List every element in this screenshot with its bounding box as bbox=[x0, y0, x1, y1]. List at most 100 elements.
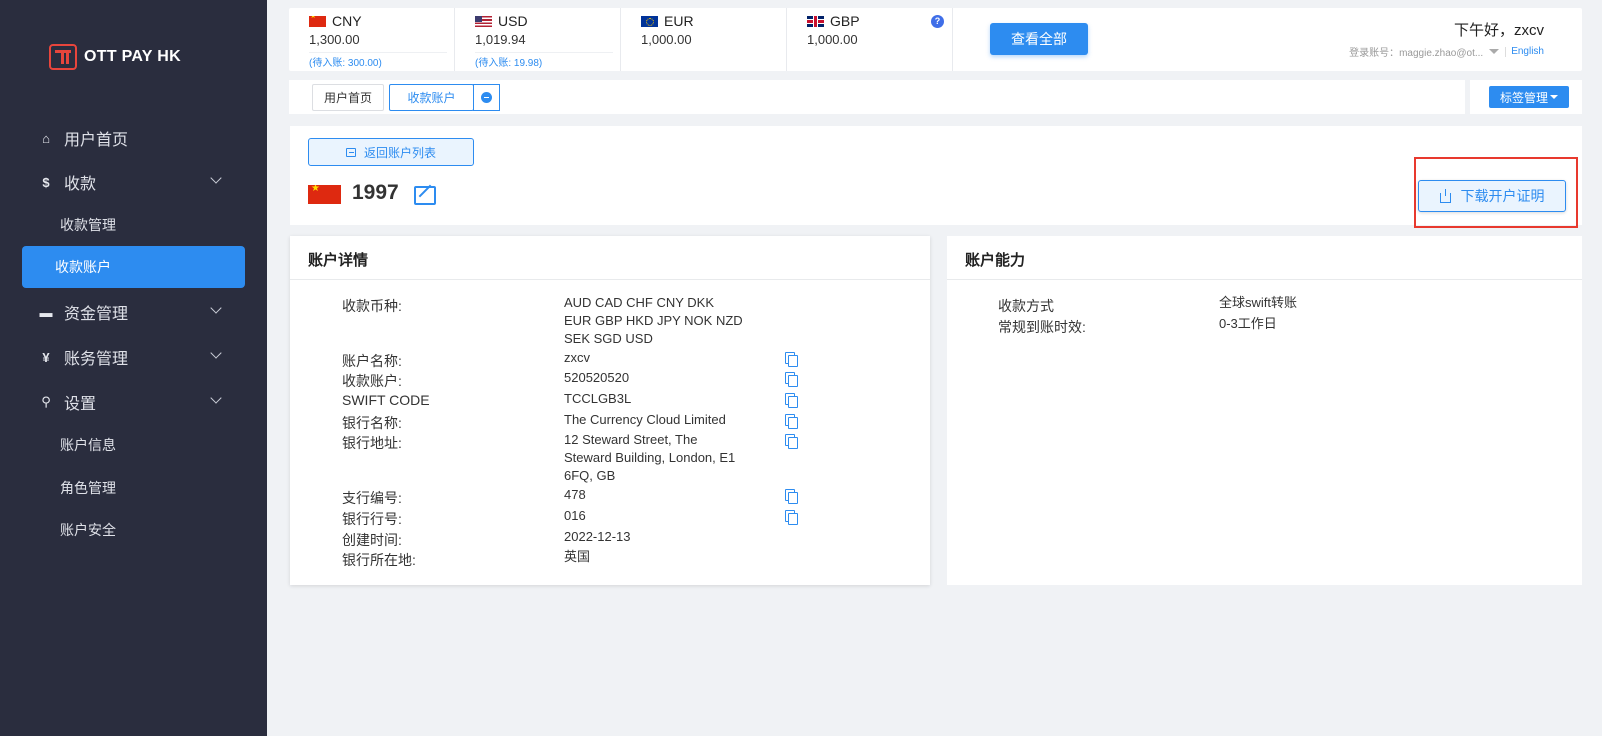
account-number: 1997 bbox=[352, 181, 399, 204]
card-icon: ▬ bbox=[39, 304, 53, 320]
balance-eur[interactable]: EUR 1,000.00 bbox=[621, 8, 787, 71]
sidebar-item-collection-account[interactable]: 收款账户 bbox=[22, 246, 245, 288]
sidebar-item-roles[interactable]: 角色管理 bbox=[22, 467, 245, 509]
balance-amount: 1,000.00 bbox=[641, 32, 692, 47]
us-flag-icon bbox=[475, 15, 492, 27]
chevron-down-icon bbox=[210, 172, 222, 184]
download-icon bbox=[1439, 188, 1451, 203]
pending-amount: (待入账: 19.98) bbox=[475, 52, 613, 69]
pending-amount: (待入账: 300.00) bbox=[309, 52, 447, 69]
sidebar-item-label: 收款管理 bbox=[60, 217, 116, 233]
yen-icon: ¥ bbox=[42, 349, 50, 365]
download-certificate-button[interactable]: 下载开户证明 bbox=[1418, 180, 1566, 212]
detail-value: TCCLGB3L bbox=[564, 391, 632, 406]
copy-icon[interactable] bbox=[785, 393, 798, 408]
sidebar-item-label: 收款 bbox=[64, 176, 97, 193]
sidebar-item-label: 设置 bbox=[64, 396, 97, 413]
card-title: 账户能力 bbox=[965, 252, 1026, 269]
copy-icon[interactable] bbox=[785, 489, 798, 504]
sidebar-item-label: 账户安全 bbox=[60, 522, 116, 538]
greeting: 下午好，zxcv bbox=[1453, 22, 1544, 39]
account-details-card: 账户详情 收款币种: AUD CAD CHF CNY DKK EUR GBP H… bbox=[290, 236, 930, 585]
detail-label: 银行所在地: bbox=[342, 552, 416, 568]
language-switch[interactable]: English bbox=[1511, 46, 1544, 57]
detail-value: 016 bbox=[564, 508, 586, 523]
tab-close-button[interactable] bbox=[473, 84, 500, 111]
balance-usd[interactable]: USD 1,019.94 (待入账: 19.98) bbox=[455, 8, 621, 71]
detail-label: 银行地址: bbox=[342, 435, 402, 451]
divider bbox=[1505, 46, 1507, 57]
balance-amount: 1,019.94 bbox=[475, 32, 526, 47]
sidebar-item-settings[interactable]: ⚲ 设置 bbox=[22, 381, 245, 423]
copy-icon[interactable] bbox=[785, 434, 798, 449]
detail-value: zxcv bbox=[564, 350, 590, 365]
balance-amount: 1,300.00 bbox=[309, 32, 360, 47]
sidebar-item-label: 角色管理 bbox=[60, 480, 116, 496]
tab-home[interactable]: 用户首页 bbox=[312, 84, 384, 111]
dropdown-caret-icon[interactable] bbox=[1489, 49, 1500, 54]
copy-icon[interactable] bbox=[785, 352, 798, 367]
copy-icon[interactable] bbox=[785, 510, 798, 525]
tag-manager-area: 标签管理 bbox=[1470, 80, 1582, 114]
currency-code-text: GBP bbox=[830, 13, 860, 29]
currency-code: CNY bbox=[309, 13, 362, 29]
sidebar-item-label: 账户信息 bbox=[60, 437, 116, 453]
balance-bar: CNY 1,300.00 (待入账: 300.00) USD 1,019.94 … bbox=[289, 8, 1582, 71]
copy-icon[interactable] bbox=[785, 372, 798, 387]
capability-value: 0-3工作日 bbox=[1219, 316, 1277, 331]
sidebar-item-security[interactable]: 账户安全 bbox=[22, 509, 245, 551]
card-title: 账户详情 bbox=[308, 252, 369, 269]
edit-icon[interactable] bbox=[414, 186, 436, 205]
detail-value: 478 bbox=[564, 487, 586, 502]
sidebar-item-accounting[interactable]: ¥ 账务管理 bbox=[22, 336, 245, 378]
dollar-icon: $ bbox=[42, 174, 50, 190]
sidebar-item-account-info[interactable]: 账户信息 bbox=[22, 424, 245, 466]
tab-bar: 用户首页 收款账户 bbox=[289, 80, 1465, 114]
sidebar-item-label: 收款账户 bbox=[55, 259, 111, 275]
divider bbox=[290, 279, 930, 280]
detail-label: SWIFT CODE bbox=[342, 392, 430, 408]
china-flag-icon bbox=[309, 15, 326, 27]
sidebar-item-home[interactable]: ⌂ 用户首页 bbox=[22, 117, 245, 159]
sidebar-item-collection-management[interactable]: 收款管理 bbox=[22, 204, 245, 246]
login-account-row: 登录账号：maggie.zhao@ot... English bbox=[1349, 44, 1544, 59]
currency-code: EUR bbox=[641, 13, 694, 29]
detail-value: 英国 bbox=[564, 549, 591, 564]
capability-value: 全球swift转账 bbox=[1219, 295, 1298, 310]
view-all-button[interactable]: 查看全部 bbox=[990, 23, 1088, 55]
sidebar-item-funds[interactable]: ▬ 资金管理 bbox=[22, 291, 245, 333]
chevron-down-icon bbox=[210, 347, 222, 359]
close-icon bbox=[481, 92, 492, 103]
chevron-down-icon bbox=[210, 302, 222, 314]
logo-mark-icon bbox=[49, 44, 77, 70]
login-account: 登录账号：maggie.zhao@ot... bbox=[1349, 48, 1484, 59]
sidebar-item-collection[interactable]: $ 收款 bbox=[22, 161, 245, 203]
tag-manager-button[interactable]: 标签管理 bbox=[1489, 86, 1569, 108]
back-to-list-button[interactable]: 返回账户列表 bbox=[308, 138, 474, 166]
search-icon: ⚲ bbox=[41, 394, 51, 409]
balance-cny[interactable]: CNY 1,300.00 (待入账: 300.00) bbox=[289, 8, 455, 71]
tab-collection-account[interactable]: 收款账户 bbox=[389, 84, 474, 111]
currency-code-text: EUR bbox=[664, 13, 694, 29]
copy-icon[interactable] bbox=[785, 414, 798, 429]
logo-text: OTT PAY HK bbox=[84, 48, 181, 65]
sidebar-item-label: 账务管理 bbox=[64, 351, 129, 368]
download-button-label: 下载开户证明 bbox=[1460, 188, 1545, 204]
help-icon[interactable]: ? bbox=[931, 15, 944, 28]
detail-label: 收款账户: bbox=[342, 373, 402, 389]
divider bbox=[947, 279, 1582, 280]
detail-label: 收款币种: bbox=[342, 298, 402, 314]
balance-amount: 1,000.00 bbox=[807, 32, 858, 47]
detail-label: 银行名称: bbox=[342, 415, 402, 431]
currency-code-text: CNY bbox=[332, 13, 362, 29]
back-button-label: 返回账户列表 bbox=[363, 145, 436, 160]
tag-manager-label: 标签管理 bbox=[1499, 90, 1548, 105]
china-flag-icon bbox=[308, 185, 341, 204]
detail-value: 12 Steward Street, The Steward Building,… bbox=[564, 432, 736, 483]
detail-value: The Currency Cloud Limited bbox=[564, 412, 726, 427]
capability-label: 收款方式 bbox=[998, 298, 1054, 314]
detail-label: 创建时间: bbox=[342, 532, 402, 548]
home-icon: ⌂ bbox=[42, 130, 50, 146]
sidebar-item-label: 用户首页 bbox=[64, 132, 129, 149]
balance-gbp[interactable]: GBP 1,000.00 bbox=[787, 8, 953, 71]
